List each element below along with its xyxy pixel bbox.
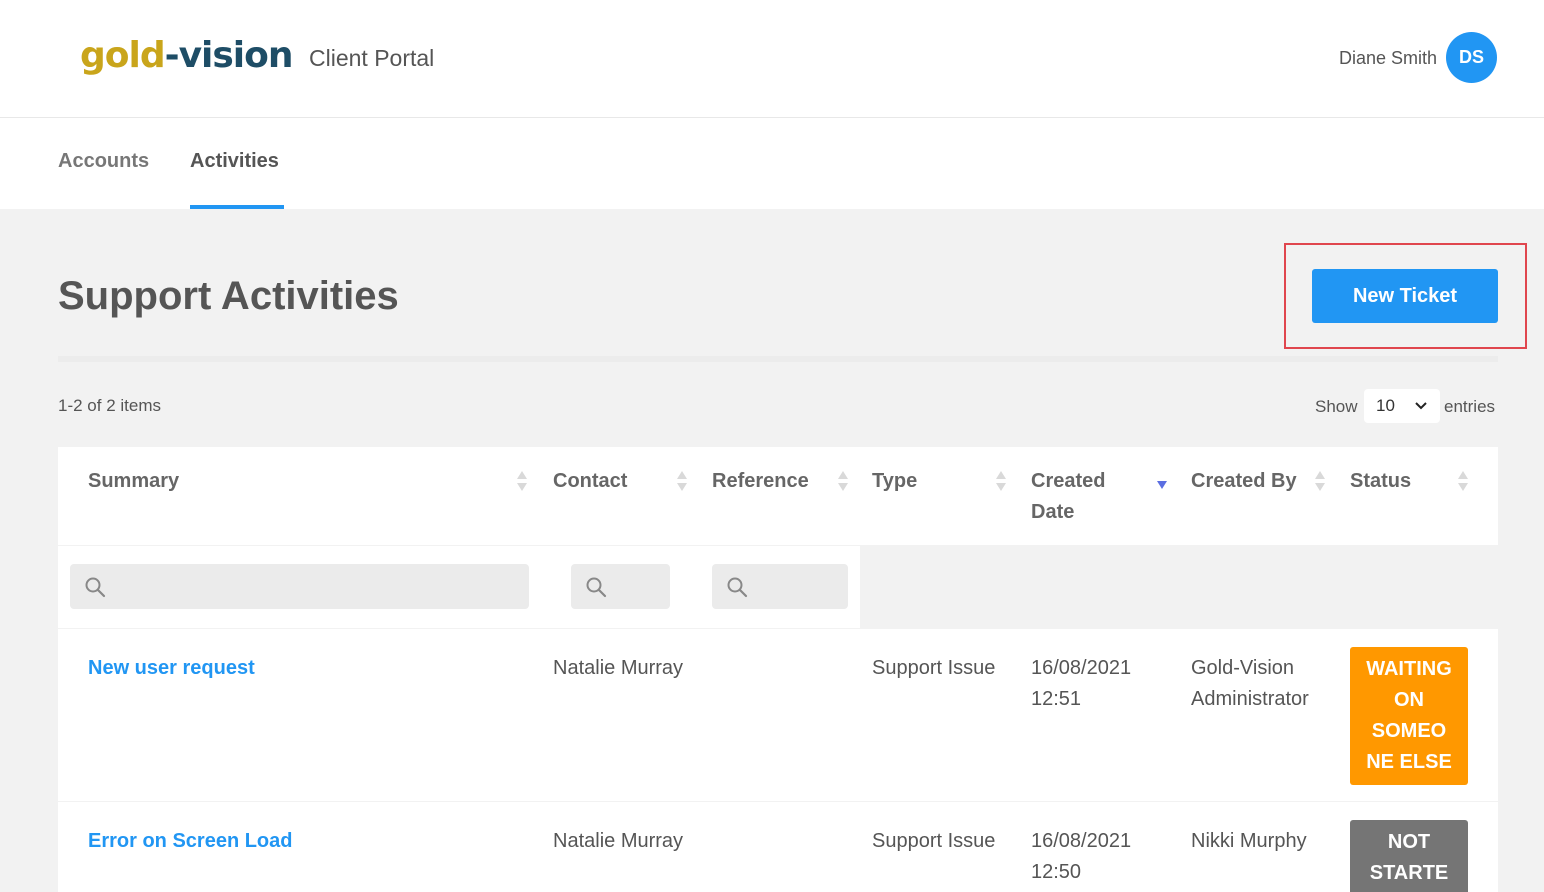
column-header-contact[interactable]: Contact: [553, 466, 627, 497]
column-header-type[interactable]: Type: [872, 466, 917, 497]
items-count: 1-2 of 2 items: [58, 396, 161, 415]
created-date-cell: 16/08/2021 12:50: [1031, 826, 1131, 888]
search-icon: [85, 577, 106, 598]
created-date: 16/08/2021: [1031, 830, 1132, 852]
reference-filter-input[interactable]: [712, 564, 848, 609]
sort-desc-icon[interactable]: [1156, 477, 1168, 501]
page-title: Support Activities: [58, 274, 399, 318]
sort-arrows-icon[interactable]: [516, 469, 528, 493]
created-by-cell: Gold-Vision Administrator: [1191, 653, 1309, 715]
chevron-down-icon: [1415, 402, 1427, 410]
table-row[interactable]: Error on Screen Load Natalie Murray Supp…: [58, 802, 1498, 892]
sort-arrows-icon[interactable]: [1314, 469, 1326, 493]
user-name[interactable]: Diane Smith: [1339, 47, 1437, 69]
column-header-created-date[interactable]: Created Date: [1031, 466, 1141, 528]
search-icon: [586, 577, 607, 598]
tab-activities[interactable]: Activities: [190, 148, 279, 174]
sort-arrows-icon[interactable]: [676, 469, 688, 493]
created-date-cell: 16/08/2021 12:51: [1031, 653, 1131, 715]
created-by-cell: Nikki Murphy: [1191, 826, 1307, 857]
summary-filter-input[interactable]: [70, 564, 529, 609]
column-header-summary[interactable]: Summary: [88, 466, 179, 497]
contact-cell: Natalie Murray: [553, 657, 684, 679]
sort-arrows-icon[interactable]: [995, 469, 1007, 493]
table-row[interactable]: New user request Natalie Murray Support …: [58, 629, 1498, 801]
sort-arrows-icon[interactable]: [1457, 469, 1469, 493]
status-badge: WAITING ON SOMEO NE ELSE: [1350, 647, 1468, 785]
created-by-line: Nikki Murphy: [1191, 830, 1307, 852]
created-by-line: Administrator: [1191, 688, 1309, 710]
portal-title: Client Portal: [309, 45, 435, 71]
search-icon: [727, 577, 748, 598]
summary-link[interactable]: New user request: [88, 653, 255, 684]
tab-accounts[interactable]: Accounts: [58, 148, 149, 174]
created-date: 16/08/2021: [1031, 657, 1132, 679]
contact-filter-input[interactable]: [571, 564, 670, 609]
avatar[interactable]: DS: [1446, 32, 1497, 83]
created-time: 12:50: [1031, 861, 1082, 883]
summary-link[interactable]: Error on Screen Load: [88, 826, 293, 857]
show-label: Show: [1315, 397, 1358, 416]
contact-cell: Natalie Murray: [553, 830, 684, 852]
sort-arrows-icon[interactable]: [837, 469, 849, 493]
column-header-status[interactable]: Status: [1350, 466, 1411, 497]
created-time: 12:51: [1031, 688, 1082, 710]
type-cell: Support Issue: [872, 830, 996, 852]
new-ticket-button[interactable]: New Ticket: [1312, 269, 1498, 323]
entries-per-page-select[interactable]: 10: [1364, 389, 1440, 423]
type-cell: Support Issue: [872, 657, 996, 679]
status-badge: NOT STARTE: [1350, 820, 1468, 892]
active-tab-indicator: [190, 205, 284, 209]
table-header: Summary Contact Reference Type Created D…: [58, 447, 1498, 545]
gold-vision-logo[interactable]: gold-vision: [80, 34, 294, 78]
entries-label: entries: [1444, 397, 1496, 416]
nav-tabs: Accounts Activities: [0, 118, 1544, 209]
column-header-reference[interactable]: Reference: [712, 466, 809, 497]
created-by-line: Gold-Vision: [1191, 657, 1295, 679]
entries-select-value: 10: [1376, 396, 1395, 415]
app-header: gold-vision Client Portal Diane Smith DS: [0, 0, 1544, 118]
column-header-created-by[interactable]: Created By: [1191, 466, 1297, 497]
divider: [58, 356, 1498, 362]
